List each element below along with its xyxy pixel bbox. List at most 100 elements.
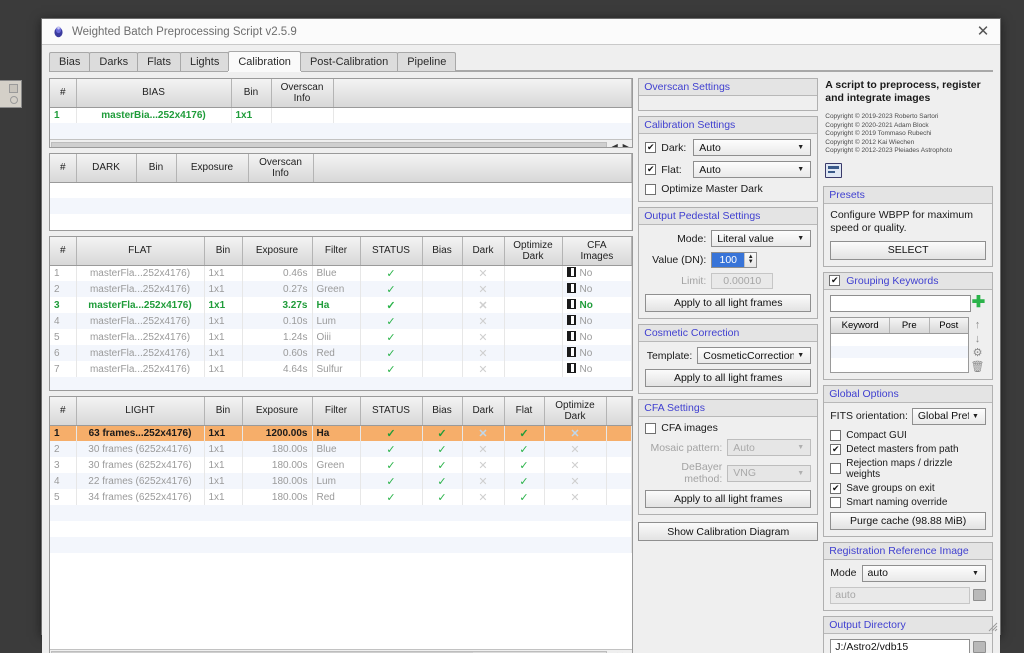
table-row[interactable]: 2 masterFla...252x4176) 1x1 0.27s Green ✓ ✕ No (50, 281, 633, 297)
table-row[interactable]: 2 30 frames (6252x4176) 1x1 180.00s Blue ✓ ✓ ✕ ✓… (50, 441, 633, 457)
calibration-settings-title: Calibration Settings (639, 117, 818, 134)
tab-darks[interactable]: Darks (89, 52, 139, 71)
global-option-label: Smart naming override (846, 496, 948, 508)
overscan-settings-panel: Overscan Settings (638, 78, 819, 111)
window-body: Bias Darks Flats Lights Calibration Post… (42, 45, 1000, 653)
bias-scroll-track[interactable] (51, 141, 608, 147)
optimize-master-dark-checkbox[interactable] (645, 183, 657, 195)
dark-checkbox[interactable]: ✔ (645, 142, 657, 153)
move-up-icon[interactable]: ↑ (975, 319, 981, 331)
bias-col-bin: Bin (231, 79, 272, 108)
presets-select-button[interactable]: SELECT (830, 240, 986, 260)
optimize-master-dark-row[interactable]: Optimize Master Dark (645, 183, 811, 195)
registration-reference-panel: Registration Reference Image Mode auto ▼ (823, 541, 993, 611)
table-row[interactable]: 7 masterFla...252x4176) 1x1 4.64s Sulfur ✓ ✕ No (50, 361, 633, 377)
global-option-row[interactable]: ✔ Save groups on exit (830, 482, 986, 494)
flat-cell-dark: ✕ (462, 297, 505, 313)
trash-icon[interactable]: 🗑 (971, 361, 985, 373)
flat-mode-select[interactable]: Auto ▼ (693, 161, 812, 178)
table-row[interactable]: 4 22 frames (6252x4176) 1x1 180.00s Lum ✓ ✓ ✕ ✓ ✕ (50, 473, 633, 489)
x-icon: ✕ (570, 475, 580, 488)
background-window-round-button[interactable] (10, 96, 18, 104)
show-calibration-diagram-button[interactable]: Show Calibration Diagram (638, 522, 819, 541)
registration-mode-select[interactable]: auto ▼ (861, 564, 986, 582)
debayer-method-select[interactable]: VNG ▼ (727, 464, 812, 482)
pedestal-value-stepper[interactable]: 100 ▲ ▼ (711, 252, 758, 268)
tab-flats[interactable]: Flats (137, 52, 181, 71)
bias-hscrollbar[interactable]: ◀ ▶ (50, 139, 633, 148)
output-path-field[interactable]: J:/Astro2/vdb15 (830, 638, 970, 653)
dark-hscrollbar[interactable]: ◀ ▶ (50, 230, 632, 231)
flat-cell-bin: 1x1 (204, 361, 243, 377)
global-option-checkbox[interactable]: ✔ (830, 482, 842, 494)
table-row[interactable]: 3 masterFla...252x4176) 1x1 3.27s Ha ✓ ✕ No (50, 297, 633, 313)
light-cell-status: ✓ (360, 441, 423, 457)
x-icon: ✕ (478, 491, 488, 504)
grouping-keywords-checkbox[interactable]: ✔ (829, 275, 841, 286)
check-icon: ✓ (386, 427, 396, 440)
flat-cell-bias (422, 329, 463, 345)
overscan-settings-title: Overscan Settings (639, 79, 818, 96)
table-row-empty (50, 198, 633, 214)
global-option-row[interactable]: Compact GUI (830, 429, 986, 441)
registration-path-field[interactable]: auto (830, 586, 970, 604)
table-row[interactable]: 5 masterFla...252x4176) 1x1 1.24s Oiii ✓ ✕ No (50, 329, 633, 345)
scroll-left-icon[interactable]: ◀ (609, 142, 620, 148)
light-cell-file: 30 frames (6252x4176) (76, 457, 205, 473)
tab-pipeline[interactable]: Pipeline (397, 52, 457, 71)
global-option-checkbox[interactable] (830, 463, 842, 474)
fits-orientation-select[interactable]: Global Pref ▼ (911, 407, 986, 425)
pedestal-value-input[interactable]: 100 (712, 253, 745, 267)
close-icon[interactable]: ✕ (972, 22, 994, 42)
cosmetic-template-select[interactable]: CosmeticCorrection ▼ (697, 347, 812, 364)
flat-cell-optimize (504, 329, 563, 345)
light-cell-bias: ✓ (422, 425, 463, 441)
right-column: A script to preprocess, register and int… (823, 78, 993, 653)
global-option-checkbox[interactable] (830, 429, 842, 441)
light-hscrollbar[interactable]: ◀ ▶ (50, 648, 633, 653)
add-keyword-icon[interactable]: ✚ (971, 295, 986, 311)
background-window[interactable]: s55 (0, 80, 22, 108)
table-row[interactable]: 6 masterFla...252x4176) 1x1 0.60s Red ✓ ✕ No (50, 345, 633, 361)
global-option-checkbox[interactable]: ✔ (830, 443, 842, 455)
global-option-checkbox[interactable] (830, 496, 842, 508)
cosmetic-apply-button[interactable]: Apply to all light frames (645, 369, 812, 387)
flat-cell-num: 2 (50, 281, 77, 297)
table-row[interactable]: 1 masterFla...252x4176) 1x1 0.46s Blue ✓ ✕ No (50, 265, 633, 281)
flat-cell-exposure: 0.27s (242, 281, 313, 297)
resize-grip-icon[interactable] (988, 622, 998, 632)
background-window-button[interactable] (9, 84, 18, 93)
tab-post-calibration[interactable]: Post-Calibration (299, 52, 399, 71)
light-cell-num: 3 (50, 457, 77, 473)
tab-lights[interactable]: Lights (179, 52, 230, 71)
light-cell-dark: ✕ (462, 473, 505, 489)
table-row[interactable]: 5 34 frames (6252x4176) 1x1 180.00s Red ✓ ✓ ✕ ✓ ✕ (50, 489, 633, 505)
pedestal-apply-button[interactable]: Apply to all light frames (645, 294, 812, 312)
cfa-images-row[interactable]: CFA images (645, 422, 811, 434)
flat-checkbox[interactable]: ✔ (645, 164, 657, 175)
comment-bubble-icon[interactable] (825, 162, 843, 178)
mosaic-pattern-select[interactable]: Auto ▼ (727, 439, 812, 456)
stepper-arrows-icon[interactable]: ▲ ▼ (744, 253, 757, 267)
global-option-row[interactable]: Rejection maps / drizzle weights (830, 458, 986, 480)
global-option-row[interactable]: Smart naming override (830, 496, 986, 508)
purge-cache-button[interactable]: Purge cache (98.88 MiB) (830, 511, 986, 530)
folder-icon[interactable] (973, 641, 986, 653)
gear-icon[interactable]: ⚙ (973, 347, 983, 359)
folder-icon[interactable] (973, 589, 986, 601)
grouping-keyword-input[interactable] (830, 294, 971, 312)
tab-calibration[interactable]: Calibration (228, 51, 301, 71)
scroll-right-icon[interactable]: ▶ (620, 142, 631, 148)
table-row[interactable]: 3 30 frames (6252x4176) 1x1 180.00s Green ✓ ✓ ✕… (50, 457, 633, 473)
global-option-row[interactable]: ✔ Detect masters from path (830, 443, 986, 455)
cfa-images-checkbox[interactable] (645, 422, 657, 434)
light-cell-filter: Lum (312, 473, 361, 489)
pedestal-mode-select[interactable]: Literal value ▼ (711, 230, 812, 247)
table-row[interactable]: 1 masterBia...252x4176) 1x1 (50, 107, 633, 123)
move-down-icon[interactable]: ↓ (975, 333, 981, 345)
table-row[interactable]: 4 masterFla...252x4176) 1x1 0.10s Lum ✓ ✕ No (50, 313, 633, 329)
table-row[interactable]: 1 63 frames...252x4176) 1x1 1200.00s Ha ✓ ✓ ✕ ✓ ✕ (50, 425, 633, 441)
dark-mode-select[interactable]: Auto ▼ (693, 139, 812, 156)
cfa-apply-button[interactable]: Apply to all light frames (645, 490, 812, 508)
tab-bias[interactable]: Bias (49, 52, 91, 71)
